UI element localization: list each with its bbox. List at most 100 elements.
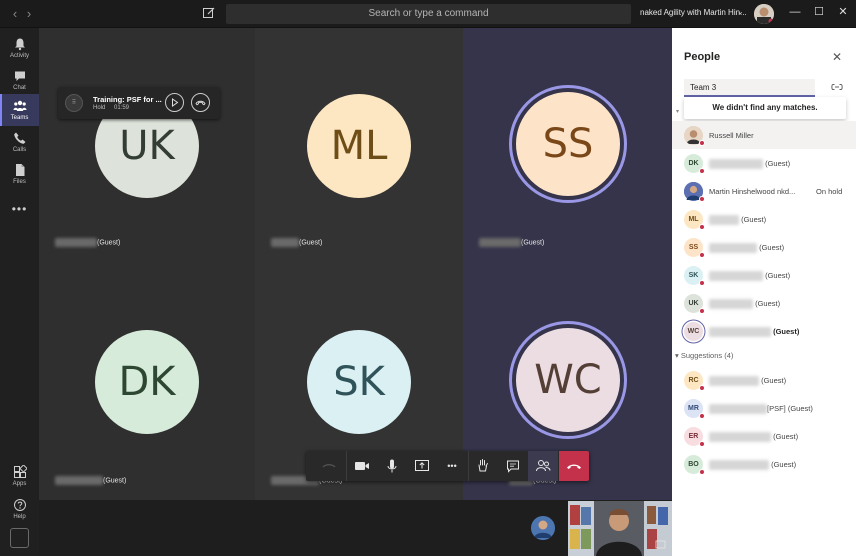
participant-row[interactable]: ML (Guest) (672, 205, 856, 233)
guest-suffix: (Guest) (103, 477, 127, 485)
held-call-banner[interactable]: ⠿ Training: PSF for ... Hold 01:59 (58, 87, 220, 119)
file-icon (15, 164, 24, 176)
self-video-preview[interactable] (568, 501, 672, 556)
more-actions-button[interactable]: ••• (437, 451, 467, 481)
suggestion-row[interactable]: RC (Guest) (672, 366, 856, 394)
redacted-name (709, 159, 763, 170)
meeting-title[interactable]: naked Agility with Martin Hin... (640, 8, 747, 17)
participant-tile[interactable]: ML (Guest) (255, 28, 463, 264)
guest-suffix: (Guest) (299, 239, 323, 247)
close-icon[interactable]: ✕ (832, 50, 842, 64)
redacted-name (709, 215, 739, 226)
guest-suffix: (Guest) (771, 460, 797, 469)
panel-title: People (684, 51, 721, 63)
participant-name: (Guest) (709, 299, 781, 310)
user-avatar[interactable] (754, 4, 774, 24)
rail-item-teams[interactable]: Teams (0, 94, 39, 126)
my-avatar[interactable] (531, 516, 555, 540)
rail-label: Calls (12, 147, 27, 153)
rail-label: Teams (10, 115, 29, 121)
rail-item-calls[interactable]: Calls (0, 126, 39, 158)
dial-pad-button[interactable] (314, 451, 344, 481)
command-search-box[interactable]: Search or type a command (226, 4, 631, 24)
mic-button[interactable] (377, 451, 407, 481)
rail-item-apps[interactable]: Apps (0, 460, 39, 492)
minimize-button[interactable]: — (788, 5, 802, 19)
presence-busy-icon (699, 385, 705, 391)
redacted-name (709, 327, 771, 338)
participant-tile[interactable]: DK (Guest) (39, 264, 255, 500)
chat-icon (507, 460, 519, 473)
avatar: MR (684, 399, 705, 419)
compose-icon[interactable] (202, 6, 216, 20)
hold-hangup-button[interactable] (191, 93, 210, 112)
title-bar: ‹ › Search or type a command naked Agili… (0, 0, 856, 28)
chat-button[interactable] (498, 451, 528, 481)
redacted-name (709, 299, 753, 310)
avatar: SK (307, 330, 411, 434)
maximize-button[interactable]: ☐ (812, 5, 826, 19)
close-window-button[interactable]: ✕ (836, 5, 850, 19)
call-controls: ••• (306, 451, 589, 481)
share-button[interactable] (407, 451, 437, 481)
participant-name: (Guest) (55, 476, 126, 485)
more-apps-icon[interactable]: ••• (0, 202, 39, 216)
guest-suffix: (Guest) (765, 271, 791, 280)
participant-row[interactable]: SK (Guest) (672, 261, 856, 289)
initials: ML (688, 216, 699, 223)
guest-suffix: (Guest) (765, 159, 791, 168)
presence-busy-icon (699, 168, 705, 174)
initials: UK (688, 300, 699, 307)
participant-row[interactable]: DK (Guest) (672, 149, 856, 177)
phone-icon (13, 132, 25, 144)
participant-row[interactable]: UK (Guest) (672, 289, 856, 317)
guest-suffix: (Guest) (741, 215, 767, 224)
participant-row[interactable]: Russell Miller (672, 121, 856, 149)
presence-busy-icon (699, 140, 705, 146)
participants-button[interactable] (528, 451, 558, 481)
suggestion-row[interactable]: BO (Guest) (672, 450, 856, 478)
forward-icon[interactable]: › (22, 6, 36, 21)
raise-hand-button[interactable] (468, 451, 498, 481)
rail-item-help[interactable]: Help (0, 493, 39, 525)
guest-suffix: (Guest) (759, 243, 785, 252)
redacted-name (709, 404, 767, 415)
device-icon[interactable] (10, 528, 29, 548)
suggestions-header[interactable]: ▾ Suggestions (4) (675, 351, 733, 360)
participant-name: (Guest) (55, 238, 120, 247)
chevron-down-icon[interactable]: ⌄ (737, 7, 744, 16)
participant-name: (Guest) (709, 215, 767, 226)
guest-suffix: (Guest) (761, 376, 787, 385)
rail-label: Files (13, 179, 26, 185)
participant-tile[interactable]: SS (Guest) (463, 28, 672, 264)
presence-busy-icon (699, 413, 705, 419)
suggestions-label: Suggestions (4) (680, 351, 734, 360)
camera-button[interactable] (347, 451, 377, 481)
suggestion-row[interactable]: ER (Guest) (672, 422, 856, 450)
initials: SS (688, 244, 699, 251)
resume-button[interactable] (165, 93, 184, 112)
people-search-input[interactable] (684, 79, 815, 97)
initials: SK (688, 272, 699, 279)
dial-pad-icon (322, 464, 336, 468)
rail-label: Help (13, 514, 26, 520)
avatar (684, 182, 705, 202)
guest-suffix: (Guest) (755, 299, 781, 308)
redacted-name (709, 432, 771, 443)
avatar (684, 126, 705, 146)
presence-busy-icon (699, 469, 705, 475)
rail-item-chat[interactable]: Chat (0, 64, 39, 96)
share-invite-icon[interactable] (831, 82, 843, 92)
chevron-down-icon[interactable]: ▾ (676, 108, 679, 115)
participant-tile[interactable]: UK (Guest) (39, 28, 255, 264)
rail-item-activity[interactable]: Activity (0, 32, 39, 64)
hang-up-button[interactable] (559, 451, 589, 481)
participant-row[interactable]: SS (Guest) (672, 233, 856, 261)
participant-row[interactable]: WC (Guest) (672, 317, 856, 345)
participant-name: (Guest) (271, 238, 322, 247)
rail-item-files[interactable]: Files (0, 158, 39, 190)
participant-row[interactable]: Martin Hinshelwood nkd... On hold (672, 177, 856, 205)
suggestion-row[interactable]: MR [PSF] (Guest) (672, 394, 856, 422)
initials: DK (688, 160, 699, 167)
back-icon[interactable]: ‹ (8, 6, 22, 21)
